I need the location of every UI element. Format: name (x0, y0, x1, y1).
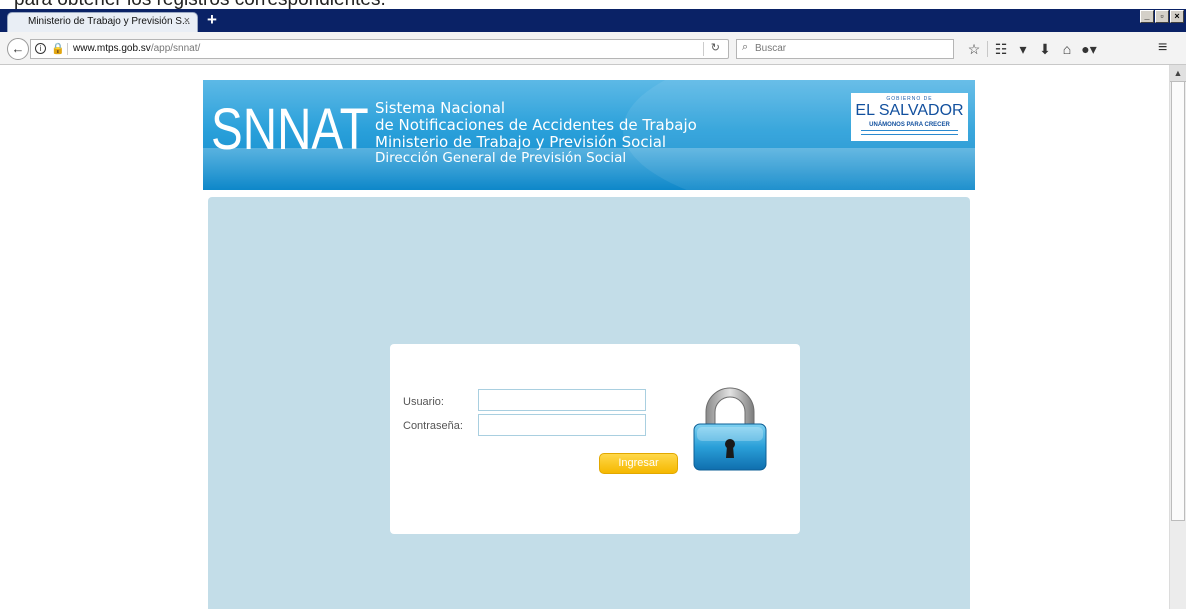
download-icon[interactable]: ⬇ (1034, 40, 1056, 58)
new-tab-button[interactable]: + (207, 11, 217, 29)
ingresar-button[interactable]: Ingresar (599, 453, 678, 474)
snnat-logo: SNNAT (211, 97, 369, 162)
info-icon[interactable]: i (35, 43, 46, 54)
header-line-2: de Notificaciones de Accidentes de Traba… (375, 116, 697, 134)
usuario-input[interactable] (478, 389, 646, 411)
tab-title: Ministerio de Trabajo y Previsión S... (28, 16, 191, 27)
gov-logo-title: EL SALVADOR (855, 102, 964, 119)
url-host: www.mtps.gob.sv (73, 43, 151, 54)
browser-tab-bar: Ministerio de Trabajo y Previsión S... ×… (0, 9, 1186, 32)
close-window-button[interactable]: × (1170, 10, 1184, 23)
insecure-lock-icon[interactable]: 🔒 (51, 42, 65, 55)
toolbar-icons: ☆ ☷ ▾ ⬇ ⌂ ●▾ (963, 40, 1100, 58)
header-line-3: Ministerio de Trabajo y Previsión Social (375, 133, 667, 151)
tab-close-icon[interactable]: × (184, 15, 190, 27)
bookmark-star-icon[interactable]: ☆ (963, 40, 985, 58)
address-bar[interactable]: i 🔒 www.mtps.gob.sv/app/snnat/ ↻ (30, 39, 729, 59)
back-arrow-icon[interactable]: ← (7, 38, 29, 60)
search-icon: ⌕ (742, 41, 749, 53)
window-controls: _ ▫ × (1140, 10, 1184, 23)
top-cropped-text-content: para obtener los registros correspondien… (14, 0, 386, 9)
top-cropped-text: para obtener los registros correspondien… (0, 0, 1186, 9)
home-icon[interactable]: ⌂ (1056, 40, 1078, 58)
url-path: /app/snnat/ (150, 43, 201, 54)
page-scrollbar[interactable]: ▲ (1169, 65, 1186, 609)
reading-list-icon[interactable]: ☷ (990, 40, 1012, 58)
usuario-label: Usuario: (403, 396, 444, 408)
search-bar[interactable]: ⌕ Buscar (736, 39, 954, 59)
password-input[interactable] (478, 414, 646, 436)
url-divider (703, 42, 704, 56)
site-header-banner: SNNAT Sistema Nacional de Notificaciones… (203, 80, 975, 190)
addon-icon[interactable]: ●▾ (1078, 40, 1100, 58)
password-label: Contraseña: (403, 420, 463, 432)
url-separator (67, 43, 68, 55)
maximize-button[interactable]: ▫ (1155, 10, 1169, 23)
gov-logo-tagline: UNÁMONOS PARA CRECER (869, 122, 950, 128)
gov-logo-waves (861, 130, 958, 135)
browser-toolbar: ← i 🔒 www.mtps.gob.sv/app/snnat/ ↻ ⌕ Bus… (0, 32, 1186, 65)
browser-tab[interactable]: Ministerio de Trabajo y Previsión S... × (7, 12, 198, 32)
toolbar-separator (987, 41, 988, 57)
header-titles: Sistema Nacional de Notificaciones de Ac… (375, 100, 697, 166)
scroll-thumb[interactable] (1171, 81, 1185, 521)
pocket-icon[interactable]: ▾ (1012, 40, 1034, 58)
reload-icon[interactable]: ↻ (711, 41, 720, 54)
el-salvador-logo: GOBIERNO DE EL SALVADOR UNÁMONOS PARA CR… (851, 93, 968, 141)
scroll-up-arrow-icon[interactable]: ▲ (1170, 65, 1186, 82)
header-line-4: Dirección General de Previsión Social (375, 150, 627, 166)
url-text[interactable]: www.mtps.gob.sv/app/snnat/ (73, 43, 200, 54)
hamburger-menu-icon[interactable]: ≡ (1158, 39, 1167, 57)
minimize-button[interactable]: _ (1140, 10, 1154, 23)
header-line-1: Sistema Nacional (375, 99, 506, 117)
search-placeholder: Buscar (755, 43, 787, 54)
padlock-icon (693, 387, 767, 471)
